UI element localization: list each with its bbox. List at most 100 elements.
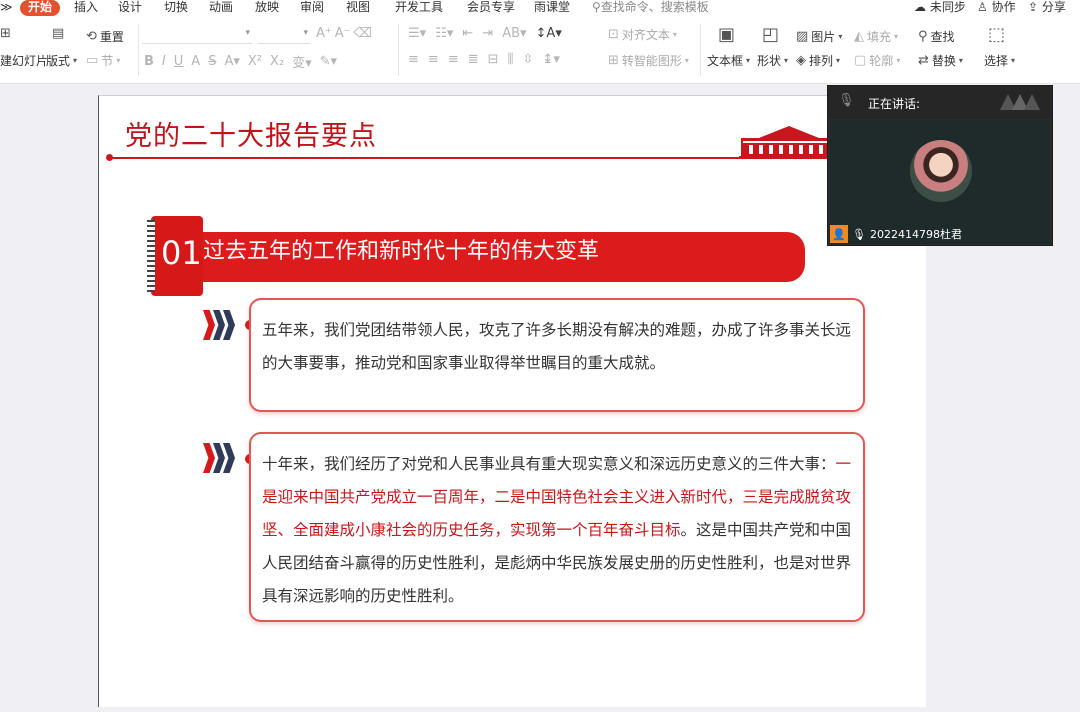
participant-avatar: [910, 140, 972, 202]
strikethrough-icon: S: [208, 54, 217, 69]
video-call-panel[interactable]: 🎙 正在讲话: 👤 🎙 2022414798杜君: [827, 85, 1053, 246]
numbered-list-icon: ☷▾: [435, 26, 454, 41]
replace-button[interactable]: ⇄ 替换 ▾: [918, 52, 963, 69]
five-years-text[interactable]: 五年来，我们党团结带领人民，攻克了许多长期没有解决的难题，办成了许多事关长远的大…: [262, 314, 858, 380]
collaborate-button[interactable]: ♙ 协作: [977, 0, 1016, 16]
picture-button[interactable]: ▨ 图片 ▾: [796, 28, 842, 45]
app-window: ≫ 开始 插入 设计 切换 动画 放映 审阅 视图 开发工具 会员专享 雨课堂 …: [0, 0, 1080, 712]
participant-name: 2022414798杜君: [869, 228, 962, 241]
picture-icon: ▨: [796, 29, 809, 44]
select-button[interactable]: 选择 ▾: [984, 52, 1015, 69]
tab-developer[interactable]: 开发工具: [395, 0, 443, 16]
section-label: 节: [101, 54, 114, 68]
underline-icon: U: [173, 54, 184, 69]
align-text-button[interactable]: ⊡ 对齐文本 ▾: [608, 26, 677, 43]
italic-icon: I: [161, 54, 166, 69]
shape-icon[interactable]: ◰: [762, 24, 779, 45]
share-label: 分享: [1041, 0, 1066, 14]
highlight-icon: ✎▾: [319, 54, 338, 69]
align-text-label: 对齐文本: [621, 28, 670, 42]
chevron-arrows-icon: [203, 443, 235, 473]
ten-years-text[interactable]: 十年来，我们经历了对党和人民事业具有重大现实意义和深远历史意义的三件大事：一是迎…: [262, 448, 858, 613]
tab-member[interactable]: 会员专享: [467, 0, 515, 16]
find-label: 查找: [930, 30, 955, 44]
slide[interactable]: 党的二十大报告要点 01 过去五年的工作和新时代十年的伟大变革 五年来，我们党团…: [98, 95, 926, 707]
microphone-icon[interactable]: 🎙: [838, 93, 855, 108]
layers-icon: ◈: [796, 53, 806, 68]
new-slide-button[interactable]: 建幻灯片: [0, 52, 48, 69]
collaborate-label: 协作: [991, 0, 1016, 14]
tab-animation[interactable]: 动画: [209, 0, 233, 16]
menu-overflow[interactable]: ≫: [0, 0, 13, 16]
font-family-select[interactable]: ▾: [142, 26, 252, 44]
fill-button[interactable]: ◭ 填充 ▾: [854, 28, 898, 45]
new-slide-icon[interactable]: ⊞: [0, 26, 11, 41]
shadow-text-icon: A: [191, 54, 201, 69]
section-number[interactable]: 01: [161, 234, 202, 272]
command-search[interactable]: ⚲查找命令、搜索模板: [592, 0, 709, 16]
tiananmen-icon: [739, 126, 839, 159]
find-button[interactable]: ⚲ 查找: [918, 28, 955, 45]
divider: [700, 24, 701, 76]
user-add-icon: ♙: [977, 0, 988, 14]
phonetic-icon: 变▾: [292, 56, 312, 71]
tab-design[interactable]: 设计: [118, 0, 142, 16]
subscript-icon: X₂: [270, 54, 285, 69]
reset-button[interactable]: ⟲ 重置: [86, 28, 124, 45]
textbox-button[interactable]: 文本框 ▾: [707, 52, 750, 69]
divider: [138, 24, 139, 76]
tab-review[interactable]: 审阅: [300, 0, 324, 16]
shape-label: 形状: [757, 54, 782, 68]
distribute-icon: ⊟: [487, 52, 499, 67]
text-format-buttons[interactable]: B I U A S A▾ X² X₂ 变▾ ✎▾: [144, 52, 337, 71]
tab-view[interactable]: 视图: [346, 0, 370, 16]
smart-shape-button[interactable]: ⊞ 转智能图形 ▾: [608, 52, 689, 69]
replace-icon: ⇄: [918, 53, 929, 68]
outline-icon: ▢: [854, 53, 867, 68]
share-icon: ⇪: [1028, 0, 1039, 14]
fill-icon: ◭: [854, 29, 864, 44]
select-label: 选择: [984, 54, 1009, 68]
align-right-icon: ≡: [447, 52, 459, 67]
video-feed[interactable]: 👤 🎙 2022414798杜君: [830, 120, 1050, 244]
command-search-text: 查找命令、搜索模板: [600, 0, 709, 14]
font-size-buttons[interactable]: A⁺ A⁻ ⌫: [316, 26, 372, 41]
sync-status-button[interactable]: ☁ 未同步: [914, 0, 966, 16]
title-underline: [109, 157, 829, 159]
tab-transition[interactable]: 切换: [164, 0, 188, 16]
align-center-icon: ≡: [427, 52, 439, 67]
outline-button[interactable]: ▢ 轮廓 ▾: [854, 52, 900, 69]
new-slide-label: 建幻灯片: [0, 54, 49, 68]
textbox-icon[interactable]: ▣: [718, 24, 735, 45]
tab-rain-classroom[interactable]: 雨课堂: [534, 0, 570, 16]
share-button[interactable]: ⇪ 分享: [1028, 0, 1066, 16]
superscript-icon: X²: [247, 54, 262, 69]
align-buttons[interactable]: ≡ ≡ ≡ ≣ ⊟ ⫼ ⇳ ↨▾: [408, 52, 560, 67]
font-size-select[interactable]: ▾: [258, 26, 310, 44]
arrange-button[interactable]: ◈ 排列 ▾: [796, 52, 840, 69]
mic-on-icon: 🎙: [852, 227, 866, 241]
title-dot: [106, 154, 113, 161]
tab-start[interactable]: 开始: [20, 0, 61, 16]
tab-slideshow[interactable]: 放映: [255, 0, 279, 16]
user-icon: 👤: [830, 225, 848, 243]
reset-label: 重置: [99, 30, 124, 44]
fill-label: 填充: [867, 30, 892, 44]
list-buttons[interactable]: ☰▾ ☷▾ ⇤ ⇥ AB▾ ↕A▾: [408, 26, 562, 41]
picture-label: 图片: [811, 30, 836, 44]
bullet-list-icon: ☰▾: [408, 26, 427, 41]
divider: [398, 24, 399, 76]
align-left-icon: ≡: [408, 52, 419, 67]
layout-icon[interactable]: ▤: [52, 26, 64, 41]
section-button[interactable]: ▭ 节 ▾: [86, 52, 120, 69]
sync-label: 未同步: [929, 0, 966, 14]
section-title[interactable]: 过去五年的工作和新时代十年的伟大变革: [203, 233, 599, 265]
layout-button[interactable]: 版式 ▾: [46, 52, 77, 69]
tab-insert[interactable]: 插入: [74, 0, 98, 16]
select-icon[interactable]: ⬚: [988, 24, 1005, 45]
decrease-indent-icon: ⇤: [462, 26, 474, 41]
shape-button[interactable]: 形状 ▾: [757, 52, 788, 69]
ribbon-toolbar: ⊞ 建幻灯片 ▤ 版式 ▾ ⟲ 重置 ▭ 节 ▾ ▾ ▾ A⁺ A⁻ ⌫ B I U A S…: [0, 16, 1080, 84]
line-height-icon: ↨▾: [542, 52, 560, 67]
slide-title[interactable]: 党的二十大报告要点: [125, 114, 377, 153]
